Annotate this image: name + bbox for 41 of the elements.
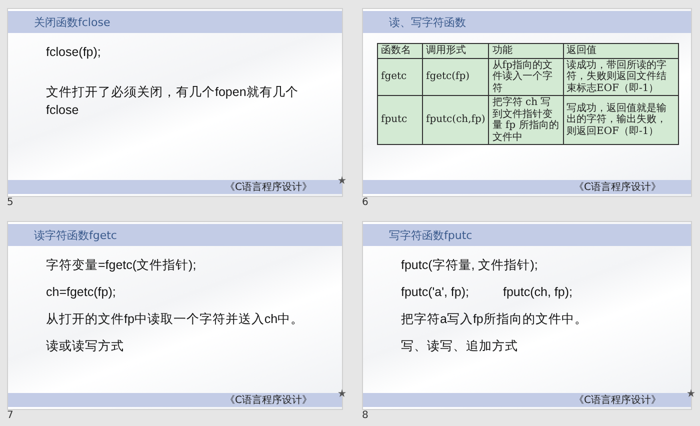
body-text: fputc(字符量, 文件指针); — [401, 257, 538, 274]
body-text: 字符变量=fgetc(文件指针); — [46, 257, 196, 274]
table-header-cell: 功能 — [488, 44, 564, 58]
slide-number: 5 — [7, 197, 14, 208]
table-cell: fputc(ch,fp) — [422, 96, 489, 144]
table-cell: 从fp指向的文件读入一个字符 — [488, 58, 564, 96]
slide-title: 读、写字符函数 — [389, 14, 466, 30]
slide-title: 写字符函数fputc — [389, 228, 472, 242]
slide-title: 读字符函数fgetc — [34, 228, 117, 242]
body-text: 文件打开了必须关闭，有几个fopen就有几个fclose — [46, 84, 300, 120]
table-cell: fgetc(fp) — [422, 58, 489, 96]
slide-thumbnail[interactable]: 读字符函数fgetc 字符变量=fgetc(文件指针); ch=fgetc(fp); 从打开的文件fp中读取一个字符并送入ch中。 读或读写方式 《C语言程序设计》 — [7, 221, 343, 410]
body-text: fclose(fp); — [46, 44, 101, 61]
footer-text: 《C语言程序设计》 — [225, 394, 312, 407]
star-icon — [338, 176, 346, 184]
table-header-cell: 调用形式 — [422, 44, 489, 58]
footer-text: 《C语言程序设计》 — [574, 180, 661, 194]
table-cell: fputc — [378, 96, 422, 144]
table-cell: fgetc — [378, 58, 422, 96]
slide-thumbnail[interactable]: 关闭函数fclose fclose(fp); 文件打开了必须关闭，有几个fopen就有几个fclose 《C语言程序设计》 — [7, 8, 343, 197]
table-cell: 把字符 ch 写到文件指针变量 fp 所指向的文件中 — [488, 96, 564, 144]
body-text: fputc('a', fp); — [401, 284, 469, 302]
slide-number: 6 — [362, 197, 368, 208]
body-text: fputc(ch, fp); — [503, 284, 572, 302]
body-text: 把字符a写入fp所指向的文件中。 — [401, 311, 588, 328]
body-text: 从打开的文件fp中读取一个字符并送入ch中。 — [46, 311, 304, 328]
table-cell: 读成功，带回所读的字符，失败则返回文件结束标志EOF（即-1） — [563, 58, 678, 96]
table-cell: 写成功，返回值就是输出的字符，输出失败，则返回EOF（即-1） — [563, 96, 678, 144]
slide-title: 关闭函数fclose — [34, 14, 110, 30]
star-icon — [687, 389, 695, 397]
body-text: ch=fgetc(fp); — [46, 284, 116, 302]
table-header-cell: 返回值 — [563, 44, 678, 58]
footer-text: 《C语言程序设计》 — [574, 394, 661, 407]
body-text: 读或读写方式 — [46, 338, 124, 356]
footer-text: 《C语言程序设计》 — [225, 180, 312, 194]
slide-number: 7 — [7, 410, 14, 421]
body-text: 写、读写、追加方式 — [401, 338, 518, 356]
table-header-cell: 函数名 — [378, 44, 422, 58]
slide-thumbnail[interactable]: 写字符函数fputc fputc(字符量, 文件指针); fputc('a', fp); fputc(ch, fp); 把字符a写入fp所指向的文件中。 写、读写、追加方式 《C语言程序设计》 — [362, 221, 692, 410]
slide-number: 8 — [362, 410, 368, 421]
star-icon — [338, 389, 346, 397]
